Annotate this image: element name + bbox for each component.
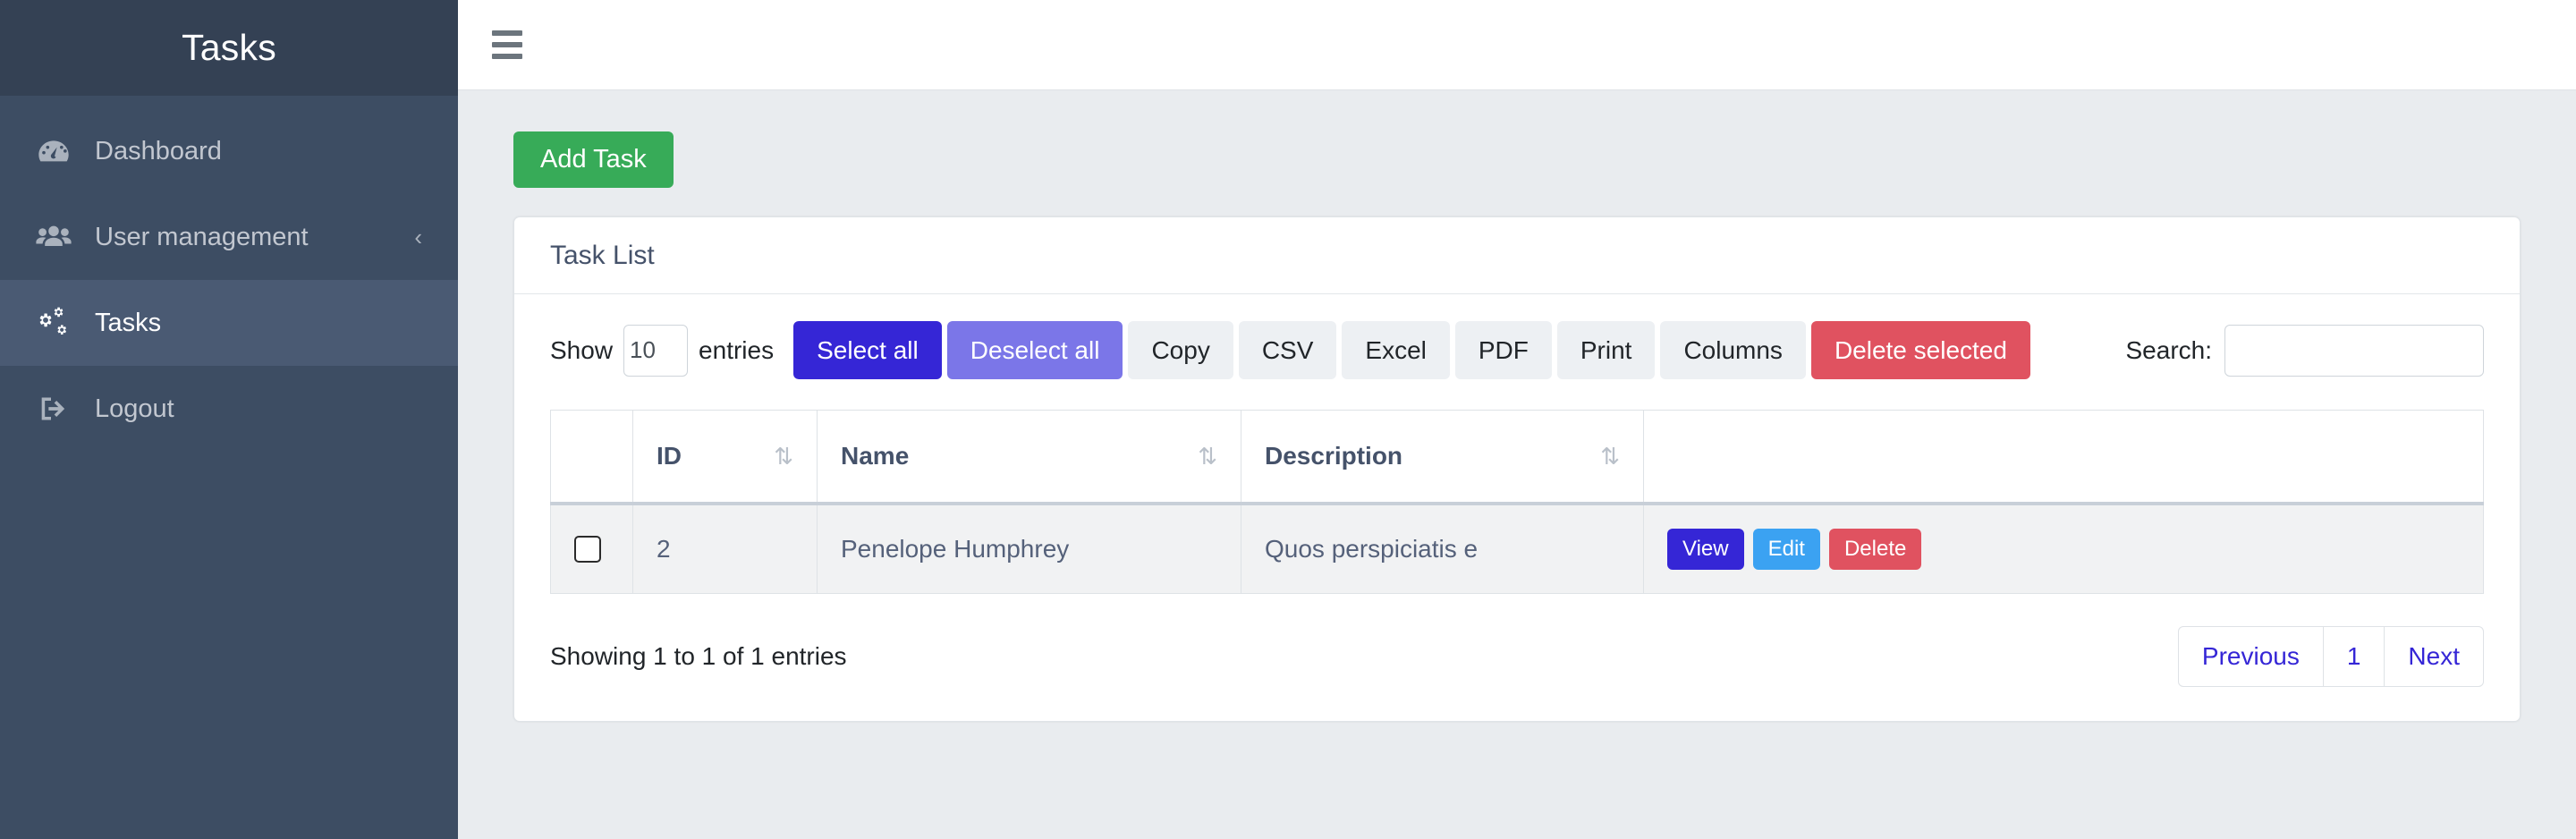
- sidebar-item-logout[interactable]: Logout: [0, 366, 458, 452]
- pdf-button[interactable]: PDF: [1454, 321, 1552, 380]
- table-controls: Show entries Select all Deselect all Cop…: [550, 321, 2484, 380]
- hamburger-bar: [492, 54, 522, 59]
- pagination: Previous 1 Next: [2177, 626, 2484, 687]
- pagination-page-1[interactable]: 1: [2322, 626, 2385, 687]
- entries-label: entries: [699, 335, 775, 364]
- row-actions: View Edit Delete: [1667, 528, 2460, 571]
- task-list-card: Task List Show entries Select all: [513, 216, 2521, 722]
- page-title: Task List: [550, 241, 655, 270]
- search-control: Search:: [2125, 324, 2484, 377]
- deselect-all-button[interactable]: Deselect all: [946, 321, 1123, 380]
- copy-button[interactable]: Copy: [1128, 321, 1233, 380]
- sidebar-item-label: User management: [95, 222, 309, 251]
- sidebar-item-label: Dashboard: [95, 136, 222, 165]
- sort-icon: ⇅: [1600, 442, 1620, 470]
- column-header-id[interactable]: ID ⇅: [632, 410, 818, 505]
- sidebar-nav: Dashboard User management ‹ Tasks Logout: [0, 96, 458, 452]
- logout-icon: [30, 391, 77, 427]
- sidebar-brand[interactable]: Tasks: [0, 0, 458, 96]
- cell-name: Penelope Humphrey: [817, 503, 1241, 595]
- excel-button[interactable]: Excel: [1342, 321, 1450, 380]
- page-length-control: Show entries: [550, 324, 775, 377]
- users-icon: [30, 218, 77, 256]
- topbar: [458, 0, 2576, 90]
- chevron-left-icon: ‹: [414, 224, 422, 250]
- table-info: Showing 1 to 1 of 1 entries: [550, 642, 847, 671]
- column-header-actions: [1643, 410, 2484, 505]
- table-header-row: ID ⇅ Name ⇅ Description ⇅: [550, 410, 2484, 505]
- print-button[interactable]: Print: [1556, 321, 1656, 380]
- task-table: ID ⇅ Name ⇅ Description ⇅ 2 Penelope Hum…: [550, 410, 2484, 595]
- cell-actions: View Edit Delete: [1643, 503, 2484, 595]
- table-row: 2 Penelope Humphrey Quos perspiciatis e …: [550, 503, 2484, 595]
- column-header-description[interactable]: Description ⇅: [1241, 410, 1644, 505]
- sidebar-item-label: Tasks: [95, 308, 162, 337]
- sort-icon: ⇅: [774, 442, 793, 470]
- csv-button[interactable]: CSV: [1238, 321, 1337, 380]
- edit-button[interactable]: Edit: [1752, 528, 1820, 571]
- add-task-button[interactable]: Add Task: [513, 131, 674, 188]
- column-header-select[interactable]: [550, 410, 633, 505]
- columns-button[interactable]: Columns: [1660, 321, 1806, 380]
- table-controls-left: Show entries Select all Deselect all Cop…: [550, 321, 2036, 380]
- sidebar-item-dashboard[interactable]: Dashboard: [0, 108, 458, 194]
- delete-button[interactable]: Delete: [1828, 528, 1922, 571]
- search-input[interactable]: [2224, 324, 2484, 377]
- card-header: Task List: [514, 217, 2520, 294]
- hamburger-bar: [492, 30, 522, 36]
- app-root: Tasks Dashboard User management ‹ Tasks …: [0, 0, 2576, 839]
- table-button-group: Select all Deselect all Copy CSV Excel P…: [793, 321, 2036, 380]
- column-label: ID: [657, 441, 682, 470]
- select-all-button[interactable]: Select all: [793, 321, 942, 380]
- main-area: Add Task Task List Show entries: [458, 0, 2576, 839]
- column-header-name[interactable]: Name ⇅: [817, 410, 1241, 505]
- table-footer: Showing 1 to 1 of 1 entries Previous 1 N…: [550, 626, 2484, 687]
- cell-description: Quos perspiciatis e: [1241, 503, 1644, 595]
- column-label: Description: [1265, 441, 1403, 470]
- card-body: Show entries Select all Deselect all Cop…: [514, 294, 2520, 721]
- view-button[interactable]: View: [1667, 528, 1744, 571]
- delete-selected-button[interactable]: Delete selected: [1810, 321, 2030, 380]
- sort-icon: ⇅: [1198, 442, 1217, 470]
- cell-select: [550, 503, 633, 595]
- hamburger-bar: [492, 42, 522, 47]
- sidebar-item-user-management[interactable]: User management ‹: [0, 194, 458, 280]
- page-length-input[interactable]: [623, 324, 689, 377]
- cell-id: 2: [632, 503, 818, 595]
- pagination-next[interactable]: Next: [2384, 626, 2484, 687]
- search-label: Search:: [2125, 335, 2213, 364]
- table-head: ID ⇅ Name ⇅ Description ⇅: [550, 410, 2484, 505]
- cogs-icon: [30, 303, 77, 343]
- dashboard-icon: [30, 133, 77, 169]
- page-content: Add Task Task List Show entries: [458, 90, 2576, 839]
- brand-title: Tasks: [182, 27, 276, 68]
- column-label: Name: [841, 441, 910, 470]
- sidebar: Tasks Dashboard User management ‹ Tasks …: [0, 0, 458, 839]
- pagination-previous[interactable]: Previous: [2177, 626, 2324, 687]
- show-label: Show: [550, 335, 614, 364]
- row-checkbox[interactable]: [574, 535, 601, 563]
- sidebar-item-tasks[interactable]: Tasks: [0, 280, 458, 366]
- table-body: 2 Penelope Humphrey Quos perspiciatis e …: [550, 503, 2484, 595]
- hamburger-icon[interactable]: [492, 24, 533, 65]
- sidebar-item-label: Logout: [95, 394, 174, 423]
